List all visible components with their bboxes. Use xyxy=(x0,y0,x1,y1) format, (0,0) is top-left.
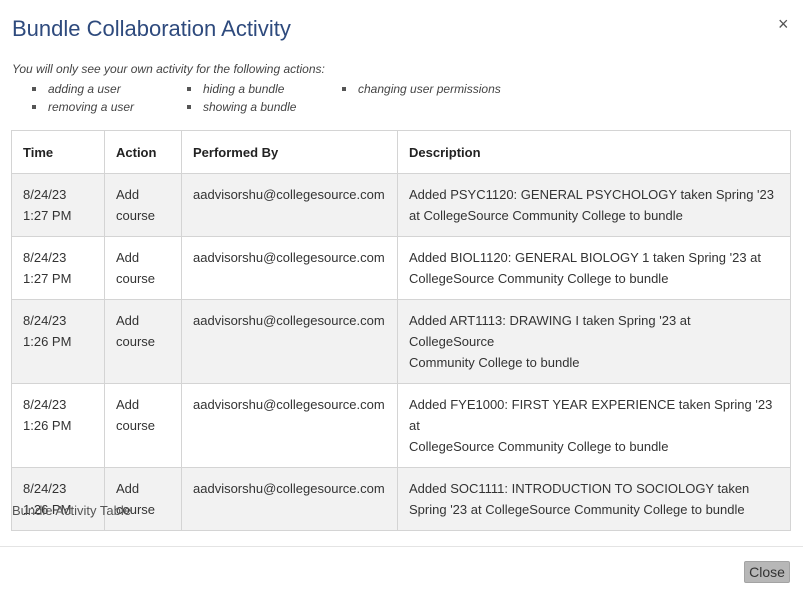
intro-text: You will only see your own activity for … xyxy=(12,62,325,76)
action-cell: Add course xyxy=(104,467,182,531)
bullet-icon xyxy=(187,104,191,109)
bullet-icon xyxy=(342,86,346,91)
description-cell: Added PSYC1120: GENERAL PSYCHOLOGY taken… xyxy=(397,173,791,237)
time-cell: 8/24/23 1:27 PM xyxy=(11,236,105,300)
time-cell: 8/24/23 1:26 PM xyxy=(11,383,105,468)
table-row: 8/24/23 1:27 PM Add course aadvisorshu@col… xyxy=(11,236,791,300)
column-header-performed-by: Performed By xyxy=(181,130,398,174)
table-caption: Bundle Activity Table xyxy=(12,503,131,518)
column-header-time: Time xyxy=(11,130,105,174)
activity-table: Time Action Performed By Description 8/2… xyxy=(11,130,791,531)
action-cell: Add course xyxy=(104,299,182,384)
performed-by-cell: aadvisorshu@collegesource.com xyxy=(181,236,398,300)
tracked-actions-list: adding a user removing a user hiding a b… xyxy=(32,80,552,120)
time-cell: 8/24/23 1:26 PM xyxy=(11,299,105,384)
table-row: 8/24/23 1:27 PM Add course aadvisorshu@col… xyxy=(11,173,791,237)
list-item: removing a user xyxy=(32,99,134,115)
bullet-icon xyxy=(32,104,36,109)
performed-by-cell: aadvisorshu@collegesource.com xyxy=(181,467,398,531)
action-cell: Add course xyxy=(104,236,182,300)
table-header-row: Time Action Performed By Description xyxy=(11,130,791,174)
time-cell: 8/24/23 1:27 PM xyxy=(11,173,105,237)
performed-by-cell: aadvisorshu@collegesource.com xyxy=(181,383,398,468)
bundle-activity-modal: Bundle Collaboration Activity × You will… xyxy=(0,0,803,596)
description-cell: Added FYE1000: FIRST YEAR EXPERIENCE tak… xyxy=(397,383,791,468)
modal-title: Bundle Collaboration Activity xyxy=(12,16,291,41)
column-header-action: Action xyxy=(104,130,182,174)
action-cell: Add course xyxy=(104,383,182,468)
description-cell: Added BIOL1120: GENERAL BIOLOGY 1 taken … xyxy=(397,236,791,300)
table-row: 8/24/23 1:26 PM Add course aadvisorshu@col… xyxy=(11,383,791,468)
bullet-icon xyxy=(32,86,36,91)
list-item: hiding a bundle xyxy=(187,81,284,97)
close-icon[interactable]: × xyxy=(778,14,789,34)
time-cell: 8/24/23 1:26 PM xyxy=(11,467,105,531)
list-item: changing user permissions xyxy=(342,81,501,97)
table-row: 8/24/23 1:26 PM Add course aadvisorshu@col… xyxy=(11,467,791,531)
description-cell: Added ART1113: DRAWING I taken Spring '2… xyxy=(397,299,791,384)
column-header-description: Description xyxy=(397,130,791,174)
bullet-icon xyxy=(187,86,191,91)
performed-by-cell: aadvisorshu@collegesource.com xyxy=(181,173,398,237)
footer-divider xyxy=(0,546,803,547)
action-cell: Add course xyxy=(104,173,182,237)
close-button[interactable]: Close xyxy=(744,561,790,583)
list-item: adding a user xyxy=(32,81,121,97)
description-cell: Added SOC1111: INTRODUCTION TO SOCIOLOGY… xyxy=(397,467,791,531)
table-row: 8/24/23 1:26 PM Add course aadvisorshu@col… xyxy=(11,299,791,384)
list-item: showing a bundle xyxy=(187,99,296,115)
performed-by-cell: aadvisorshu@collegesource.com xyxy=(181,299,398,384)
